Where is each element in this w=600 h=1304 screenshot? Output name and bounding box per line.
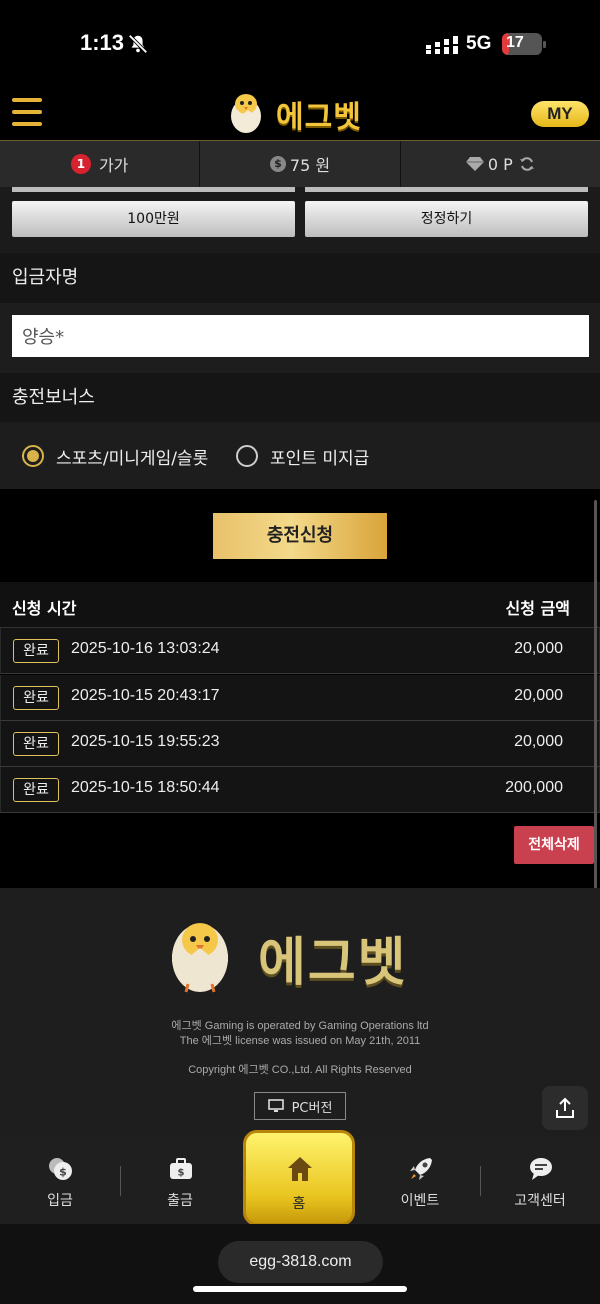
- history-table-header: 신청 시간 신청 금액: [0, 582, 600, 628]
- wallet-icon: $: [170, 1158, 192, 1179]
- hamburger-menu-icon[interactable]: [12, 98, 42, 128]
- amount-button-top-edge: [305, 187, 588, 192]
- logo-text: 에그벳: [276, 100, 362, 135]
- status-badge: 완료: [13, 732, 59, 756]
- nav-home[interactable]: 홈: [243, 1130, 355, 1226]
- home-indicator[interactable]: [193, 1286, 407, 1292]
- bonus-options: 스포츠/미니게임/슬롯 포인트 미지급: [0, 422, 600, 489]
- home-icon: [288, 1157, 312, 1181]
- url-bar[interactable]: egg-3818.com: [218, 1241, 383, 1283]
- pc-version-button[interactable]: PC버전: [254, 1092, 346, 1120]
- signal-icon: [426, 36, 458, 54]
- refresh-icon[interactable]: [519, 156, 535, 172]
- bonus-sports-radio[interactable]: [22, 445, 44, 467]
- network-type: 5G: [466, 33, 492, 54]
- request-date: 2025-10-15 18:50:44: [71, 779, 220, 796]
- nav-support[interactable]: 고객센터: [480, 1138, 600, 1224]
- status-badge: 완료: [13, 639, 59, 663]
- nav-deposit-label: 입금: [47, 1193, 73, 1209]
- amount-buttons: 100만원 정정하기: [0, 187, 600, 253]
- table-row[interactable]: 완료 2025-10-15 19:55:23 20,000: [0, 721, 600, 767]
- request-date: 2025-10-16 13:03:24: [71, 640, 220, 657]
- diamond-icon: [465, 157, 484, 171]
- nickname: 가가: [98, 156, 129, 175]
- egg-chick-icon: [231, 94, 261, 133]
- monitor-icon: [267, 1099, 284, 1112]
- reset-amount-button[interactable]: 정정하기: [305, 201, 588, 237]
- money-amount: 75 원: [289, 156, 331, 175]
- status-badge: 완료: [13, 778, 59, 802]
- request-date: 2025-10-15 19:55:23: [71, 733, 220, 750]
- egg-chick-logo-icon: [172, 923, 228, 993]
- depositor-row: [0, 303, 600, 373]
- site-logo[interactable]: 에그벳: [226, 88, 376, 138]
- table-row[interactable]: 완료 2025-10-15 20:43:17 20,000: [0, 675, 600, 721]
- nav-withdraw[interactable]: $ 출금: [120, 1138, 240, 1224]
- bell-muted-icon: [128, 34, 148, 54]
- nav-event-label: 이벤트: [400, 1193, 440, 1209]
- table-row[interactable]: 완료 2025-10-16 13:03:24 20,000: [0, 628, 600, 674]
- user-points[interactable]: 0 P: [401, 141, 600, 187]
- bonus-none-radio[interactable]: [236, 445, 258, 467]
- user-level[interactable]: 1 가가: [0, 141, 201, 187]
- nav-home-label: 홈: [292, 1196, 306, 1212]
- rocket-icon: [410, 1158, 432, 1180]
- coin-icon: $: [269, 156, 286, 172]
- nav-deposit[interactable]: $ 입금: [0, 1138, 120, 1224]
- chat-bubble-icon: [530, 1158, 552, 1180]
- points-amount: 0 P: [487, 154, 513, 174]
- svg-text:$: $: [59, 1166, 67, 1179]
- nav-event[interactable]: 이벤트: [360, 1138, 480, 1224]
- status-badge: 완료: [13, 686, 59, 710]
- column-amount: 신청 금액: [505, 599, 570, 618]
- depositor-name-input[interactable]: [12, 315, 589, 357]
- battery-icon: 17: [502, 33, 546, 55]
- bonus-label: 충전보너스: [0, 373, 600, 422]
- footer-license-text: The 에그벳 license was issued on May 21th, …: [179, 1035, 421, 1047]
- table-row[interactable]: 완료 2025-10-15 18:50:44 200,000: [0, 767, 600, 813]
- request-amount: 20,000: [514, 733, 563, 750]
- nav-withdraw-label: 출금: [167, 1193, 193, 1209]
- clock: 1:13: [80, 30, 125, 55]
- request-amount: 200,000: [505, 779, 563, 796]
- coins-icon: $: [49, 1158, 72, 1180]
- my-page-button[interactable]: MY: [531, 101, 589, 127]
- share-button[interactable]: [542, 1086, 588, 1130]
- footer-logo-text: 에그벳: [258, 933, 408, 993]
- column-time: 신청 시간: [12, 599, 77, 618]
- amount-1m-button[interactable]: 100만원: [12, 201, 295, 237]
- pc-version-label: PC버전: [291, 1100, 333, 1116]
- share-icon: [556, 1097, 574, 1118]
- amount-button-top-edge: [12, 187, 295, 192]
- browser-bottom-bar: egg-3818.com: [0, 1224, 600, 1304]
- site-header: 에그벳 MY: [0, 88, 600, 141]
- status-bar: 1:13 5G 17: [0, 0, 600, 88]
- apply-charge-button[interactable]: 충전신청: [213, 513, 387, 559]
- delete-all-button[interactable]: 전체삭제: [514, 826, 594, 864]
- bonus-none-label[interactable]: 포인트 미지급: [270, 444, 369, 469]
- user-info-bar: 1 가가 $ 75 원 0 P: [0, 141, 600, 187]
- battery-level: 17: [506, 34, 524, 51]
- request-amount: 20,000: [514, 687, 563, 704]
- footer-copyright: Copyright 에그벳 CO.,Ltd. All Rights Reserv…: [188, 1064, 412, 1076]
- user-money[interactable]: $ 75 원: [200, 141, 401, 187]
- request-amount: 20,000: [514, 640, 563, 657]
- footer-operator-text: 에그벳 Gaming is operated by Gaming Operati…: [171, 1020, 429, 1032]
- nav-support-label: 고객센터: [514, 1193, 566, 1209]
- bonus-sports-label[interactable]: 스포츠/미니게임/슬롯: [56, 444, 208, 469]
- request-date: 2025-10-15 20:43:17: [71, 687, 220, 704]
- svg-text:$: $: [178, 1168, 185, 1179]
- depositor-label: 입금자명: [0, 253, 600, 303]
- level-badge-icon: 1: [70, 154, 91, 174]
- site-footer: 에그벳 에그벳 Gaming is operated by Gaming Ope…: [0, 888, 600, 1138]
